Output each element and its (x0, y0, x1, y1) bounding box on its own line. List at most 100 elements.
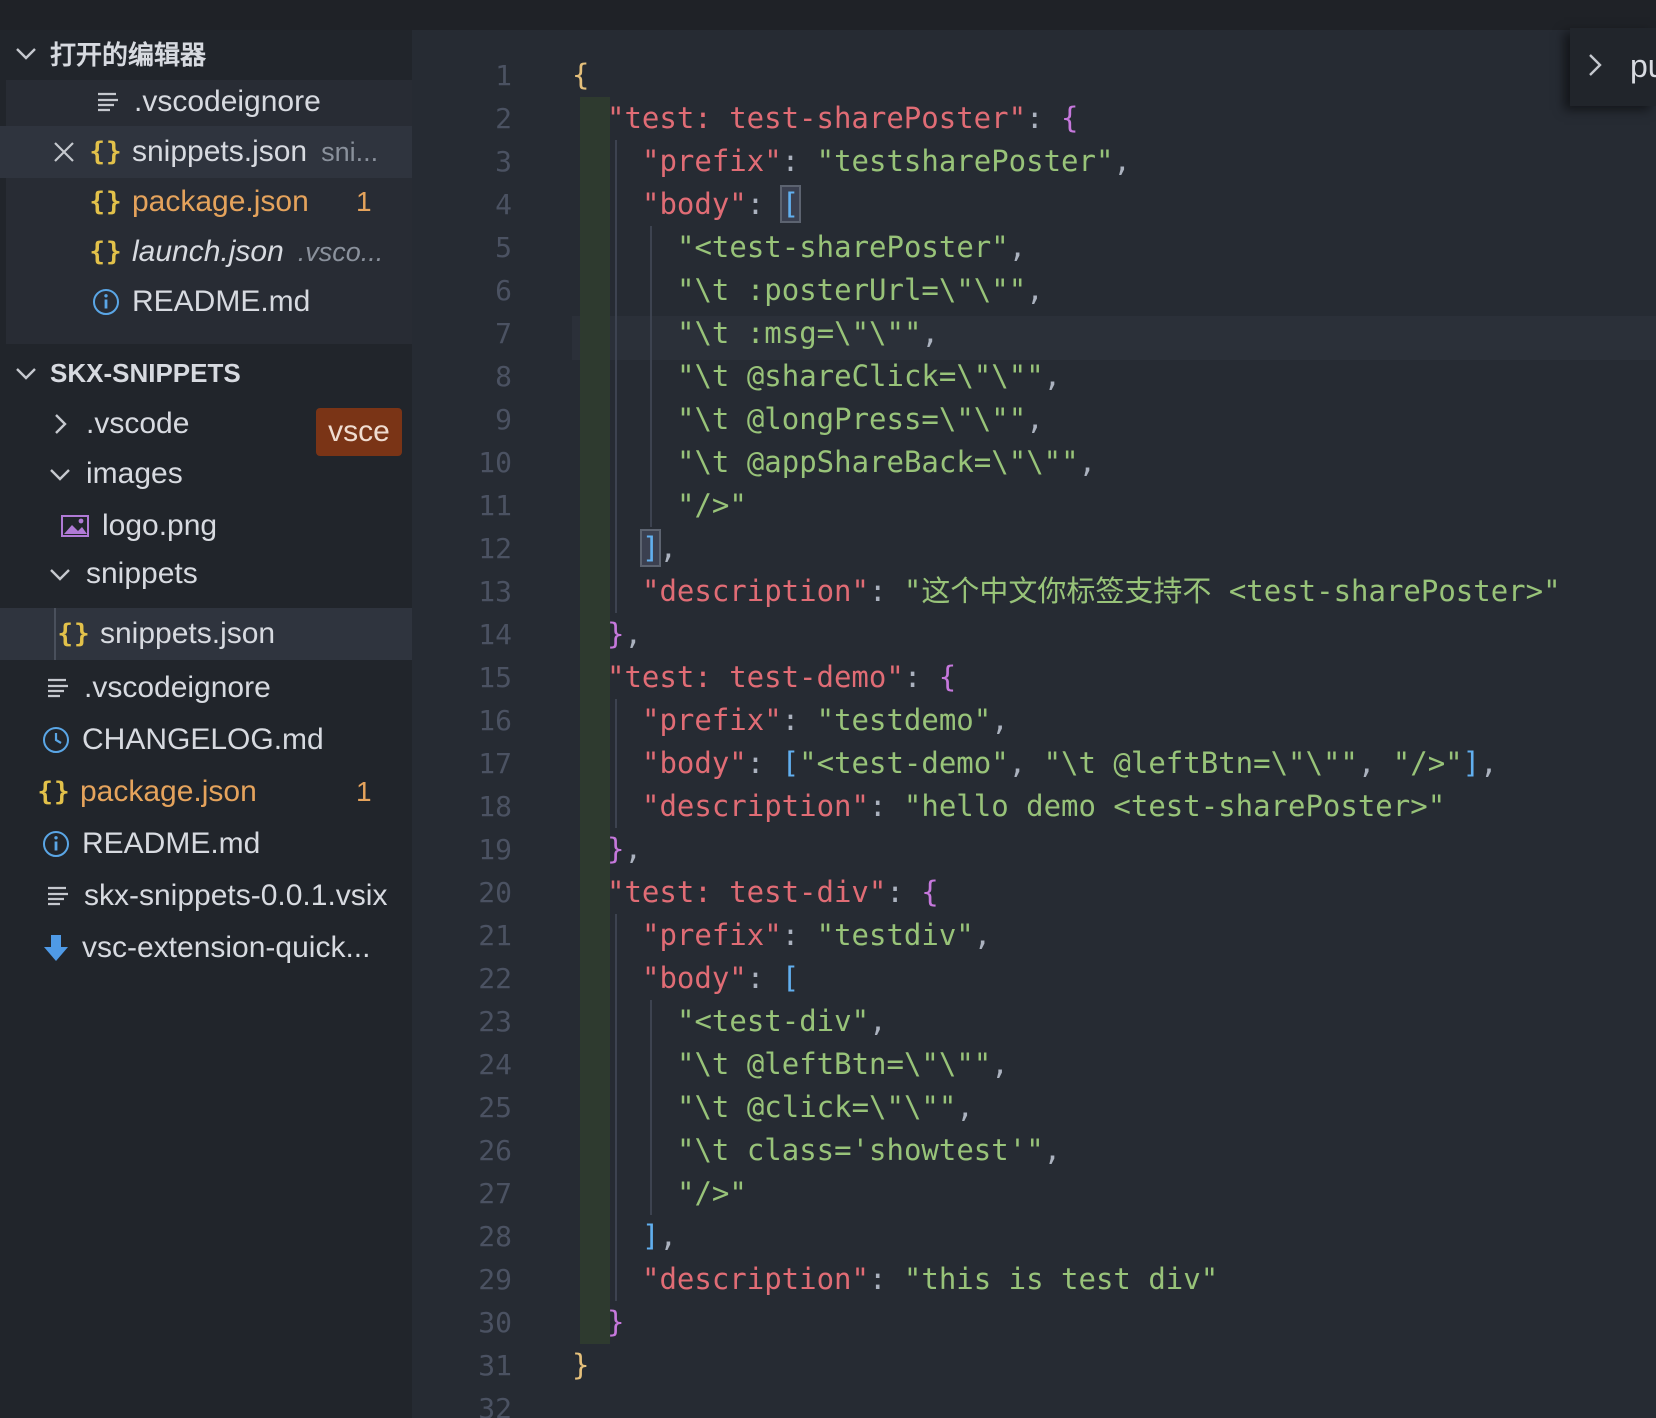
tree-item-readme[interactable]: README.md (0, 818, 412, 870)
code-line[interactable]: ], (642, 1215, 677, 1258)
code-line[interactable]: "test: test-div": { (607, 871, 939, 914)
line-number: 22 (478, 962, 512, 995)
code-line[interactable]: "test: test-sharePoster": { (607, 97, 1078, 140)
indent-guide (580, 785, 610, 828)
indent-guide (580, 1172, 610, 1215)
open-editor-item[interactable]: README.md (0, 276, 412, 328)
line-number: 21 (478, 919, 512, 952)
open-editor-item[interactable]: {} snippets.json sni... (0, 126, 412, 178)
open-editor-item[interactable]: .vscodeignore (0, 76, 412, 128)
tree-item-name: CHANGELOG.md (82, 723, 324, 756)
code-line[interactable]: { (572, 54, 589, 97)
code-line[interactable]: "description": "hello demo <test-sharePo… (642, 785, 1445, 828)
line-number: 5 (495, 231, 512, 264)
code-token: : (781, 144, 817, 178)
code-token: "description" (642, 1262, 869, 1296)
tree-item-logo-png[interactable]: logo.png (0, 500, 412, 552)
code-token: } (607, 832, 625, 866)
explorer-sidebar: 打开的编辑器 .vscodeignore {} snippets.json sn… (0, 0, 412, 1418)
code-line[interactable]: "\t :posterUrl=\"\"", (677, 269, 1044, 312)
code-line[interactable]: "prefix": "testdiv", (642, 914, 991, 957)
chevron-right-icon[interactable] (1584, 50, 1606, 85)
tree-item-changelog[interactable]: CHANGELOG.md (0, 714, 412, 766)
code-line[interactable]: "test: test-demo": { (607, 656, 956, 699)
code-line[interactable]: "\t @appShareBack=\"\"", (677, 441, 1096, 484)
code-token: [ (779, 185, 802, 223)
code-line[interactable]: "body": ["<test-demo", "\t @leftBtn=\"\"… (642, 742, 1498, 785)
code-line[interactable]: "/>" (677, 1172, 747, 1215)
code-line[interactable]: "prefix": "testsharePoster", (642, 140, 1131, 183)
code-line[interactable]: "\t :msg=\"\"", (677, 312, 939, 355)
open-editor-item[interactable]: {} package.json 1 (0, 176, 412, 228)
code-token: : (868, 789, 904, 823)
lines-icon (92, 82, 124, 122)
problem-count-badge: 1 (356, 186, 372, 217)
code-token: "hello demo <test-sharePoster>" (903, 789, 1446, 823)
indent-guide (615, 1086, 617, 1129)
lines-icon (42, 668, 74, 708)
tree-item-vscodeignore[interactable]: .vscodeignore (0, 662, 412, 714)
code-line[interactable]: "\t @longPress=\"\"", (677, 398, 1044, 441)
code-editor[interactable]: 1 2 3 4 5 6 7 8 9 10 11 12 13 14 15 16 17 18 19 20 21 22 23 24 2… (412, 0, 1656, 1418)
braces-icon: {} (37, 777, 71, 807)
indent-guide (615, 957, 617, 1000)
line-number: 30 (478, 1306, 512, 1339)
tree-item-vsix[interactable]: skx-snippets-0.0.1.vsix (0, 870, 412, 922)
code-line[interactable]: } (572, 1344, 589, 1387)
code-token: "body" (642, 746, 747, 780)
indent-guide (580, 656, 610, 699)
code-line[interactable]: }, (607, 613, 642, 656)
indent-guides (580, 97, 652, 1344)
open-editor-item[interactable]: {} launch.json .vsco... (0, 226, 412, 278)
code-token: "this is test div" (903, 1262, 1219, 1296)
code-line[interactable]: ], (639, 527, 677, 570)
line-number: 18 (478, 790, 512, 823)
peek-overlay[interactable]: pu (1570, 28, 1656, 106)
code-line[interactable]: "\t class='showtest'", (677, 1129, 1061, 1172)
code-line[interactable]: "\t @leftBtn=\"\"", (677, 1043, 1009, 1086)
indent-guide (650, 1086, 652, 1129)
code-line[interactable]: "<test-sharePoster", (677, 226, 1026, 269)
code-token: } (572, 1348, 590, 1382)
indent-guide (650, 226, 652, 269)
code-token: , (1043, 1133, 1062, 1167)
code-token: , (1008, 230, 1027, 264)
line-number: 15 (478, 661, 512, 694)
close-icon[interactable] (48, 132, 80, 172)
line-number: 12 (478, 532, 512, 565)
code-token: , (991, 1047, 1009, 1081)
tree-item-images-folder[interactable]: images (0, 448, 412, 500)
code-token: , (956, 1090, 974, 1124)
code-token: "prefix" (642, 918, 782, 952)
line-number: 3 (495, 145, 512, 178)
code-token: "\t @longPress=\"\"" (677, 402, 1027, 436)
tree-item-package-json[interactable]: {} package.json 1 (0, 766, 412, 818)
code-token: "\t @click=\"\"" (677, 1090, 957, 1124)
tree-item-quickstart[interactable]: vsc-extension-quick... (0, 922, 412, 974)
code-line[interactable]: "<test-div", (677, 1000, 887, 1043)
code-line[interactable]: "\t @click=\"\"", (677, 1086, 974, 1129)
tree-item-name: vsc-extension-quick... (82, 931, 371, 964)
tree-item-snippets-folder[interactable]: snippets (0, 548, 412, 600)
project-header[interactable]: SKX-SNIPPETS (0, 350, 412, 396)
code-line[interactable]: "body": [ (642, 183, 802, 226)
code-line[interactable]: "body": [ (642, 957, 799, 1000)
tree-indent-guide (54, 608, 56, 660)
open-editor-description: sni... (321, 136, 379, 167)
code-token: , (1008, 746, 1044, 780)
tree-item-snippets-json[interactable]: {} snippets.json (0, 608, 412, 660)
indent-guide (580, 742, 610, 785)
code-line[interactable]: }, (607, 828, 642, 871)
code-line[interactable]: "description": "this is test div" (642, 1258, 1218, 1301)
code-line[interactable]: "/>" (677, 484, 747, 527)
open-editors-header[interactable]: 打开的编辑器 (0, 30, 412, 76)
code-line[interactable]: "\t @shareClick=\"\"", (677, 355, 1061, 398)
code-token: "<test-sharePoster" (677, 230, 1009, 264)
indent-guide (650, 1172, 652, 1215)
line-number: 6 (495, 274, 512, 307)
code-line[interactable]: } (607, 1301, 624, 1344)
indent-guide (580, 1301, 610, 1344)
line-number: 26 (478, 1134, 512, 1167)
code-line[interactable]: "prefix": "testdemo", (642, 699, 1009, 742)
code-line[interactable]: "description": "这个中文你标签支持不 <test-sharePo… (642, 570, 1561, 613)
